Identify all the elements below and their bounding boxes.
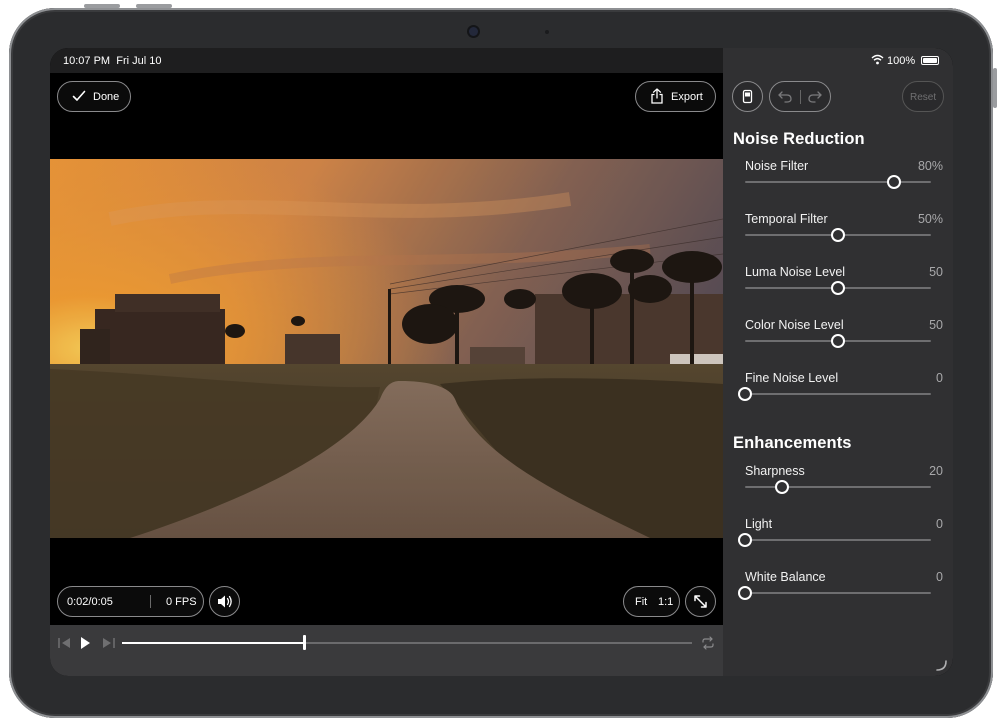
noise-filter-slider[interactable]: [745, 175, 931, 189]
sharpness-slider[interactable]: [745, 480, 931, 494]
resize-grip-icon: [936, 660, 947, 671]
play-icon[interactable]: [79, 636, 91, 650]
color-noise-level-slider[interactable]: [745, 334, 931, 348]
zoom-mode-control[interactable]: Fit 1:1: [623, 586, 680, 617]
sharpness-label: Sharpness: [745, 464, 805, 478]
white-balance-slider[interactable]: [738, 586, 931, 600]
slider-thumb[interactable]: [831, 334, 845, 348]
wifi-icon: [871, 54, 884, 65]
battery-percent: 100%: [887, 55, 916, 67]
color-noise-level-label: Color Noise Level: [745, 318, 844, 332]
color-noise-level-value: 50: [929, 318, 943, 332]
export-button[interactable]: Export: [635, 81, 716, 112]
playback-time-display: 0:02/0:05 0 FPS: [57, 586, 204, 617]
fit-option[interactable]: Fit: [635, 596, 647, 608]
fine-noise-level-slider[interactable]: [738, 387, 931, 401]
slider-thumb[interactable]: [738, 387, 752, 401]
undo-redo-group: [769, 81, 831, 112]
share-icon: [651, 88, 663, 104]
slider-track[interactable]: [745, 181, 931, 183]
video-viewer: Done Export 0:02/0:05 0 FPS Fit 1:1: [50, 73, 723, 625]
slider-thumb[interactable]: [831, 228, 845, 242]
status-bar: 10:07 PM Fri Jul 10: [50, 48, 723, 73]
loop-icon[interactable]: [701, 636, 715, 650]
status-bar-right: 100%: [723, 48, 953, 73]
volume-button[interactable]: [209, 586, 240, 617]
adjustments-panel: 100% Reset Noise Reduction Noise Filter 8…: [723, 48, 953, 676]
export-label: Export: [671, 91, 703, 103]
one-to-one-option[interactable]: 1:1: [658, 596, 673, 608]
volume-up-button: [136, 4, 172, 8]
luma-noise-level-label: Luma Noise Level: [745, 265, 846, 279]
temporal-filter-label: Temporal Filter: [745, 212, 828, 226]
slider-thumb[interactable]: [831, 281, 845, 295]
speaker-icon: [218, 595, 232, 608]
screen: 10:07 PM Fri Jul 10 Done Export 0:02/0:0…: [50, 48, 953, 676]
slider-thumb[interactable]: [775, 480, 790, 494]
divider: [800, 90, 801, 104]
done-button[interactable]: Done: [57, 81, 131, 112]
white-balance-value: 0: [936, 570, 943, 584]
done-label: Done: [93, 91, 120, 103]
reset-label: Reset: [910, 92, 937, 103]
playhead[interactable]: [303, 635, 307, 650]
playback-bar: [50, 625, 723, 676]
checkmark-icon: [72, 90, 86, 101]
fine-noise-level-label: Fine Noise Level: [745, 371, 839, 385]
light-slider[interactable]: [738, 533, 931, 547]
slider-thumb[interactable]: [738, 586, 752, 600]
front-camera: [469, 27, 478, 36]
top-button: [84, 4, 120, 8]
skip-back-icon[interactable]: [58, 637, 72, 649]
slider-track[interactable]: [745, 592, 931, 594]
noise-reduction-title: Noise Reduction: [733, 130, 865, 148]
white-balance-label: White Balance: [745, 570, 826, 584]
fps-readout: 0 FPS: [166, 596, 197, 608]
slider-track[interactable]: [745, 539, 931, 541]
slider-track[interactable]: [745, 393, 931, 395]
divider: [150, 595, 151, 608]
video-frame: [50, 159, 723, 538]
slider-track[interactable]: [745, 486, 931, 488]
luma-noise-level-value: 50: [929, 265, 943, 279]
temporal-filter-value: 50%: [917, 212, 943, 226]
reset-button[interactable]: Reset: [902, 81, 944, 112]
slider-thumb[interactable]: [886, 175, 901, 189]
sharpness-value: 20: [929, 464, 943, 478]
temporal-filter-slider[interactable]: [745, 228, 931, 242]
light-label: Light: [745, 517, 773, 531]
light-value: 0: [936, 517, 943, 531]
fine-noise-level-value: 0: [936, 371, 943, 385]
timeline-progress: [122, 642, 305, 644]
noise-filter-value: 80%: [917, 159, 943, 173]
time-readout: 0:02/0:05: [67, 596, 113, 608]
expand-icon: [694, 595, 707, 608]
redo-icon[interactable]: [807, 89, 823, 105]
fullscreen-button[interactable]: [685, 586, 716, 617]
luma-noise-level-slider[interactable]: [745, 281, 931, 295]
battery-icon: [921, 56, 939, 65]
skip-forward-icon[interactable]: [101, 637, 115, 649]
compare-button[interactable]: [732, 81, 763, 112]
ambient-sensor: [545, 30, 549, 34]
device-icon: [742, 89, 753, 104]
enhancements-title: Enhancements: [733, 434, 852, 452]
side-button: [993, 68, 997, 108]
undo-icon[interactable]: [777, 89, 793, 105]
status-time: 10:07 PM Fri Jul 10: [63, 55, 162, 67]
noise-filter-label: Noise Filter: [745, 159, 809, 173]
slider-thumb[interactable]: [738, 533, 752, 547]
